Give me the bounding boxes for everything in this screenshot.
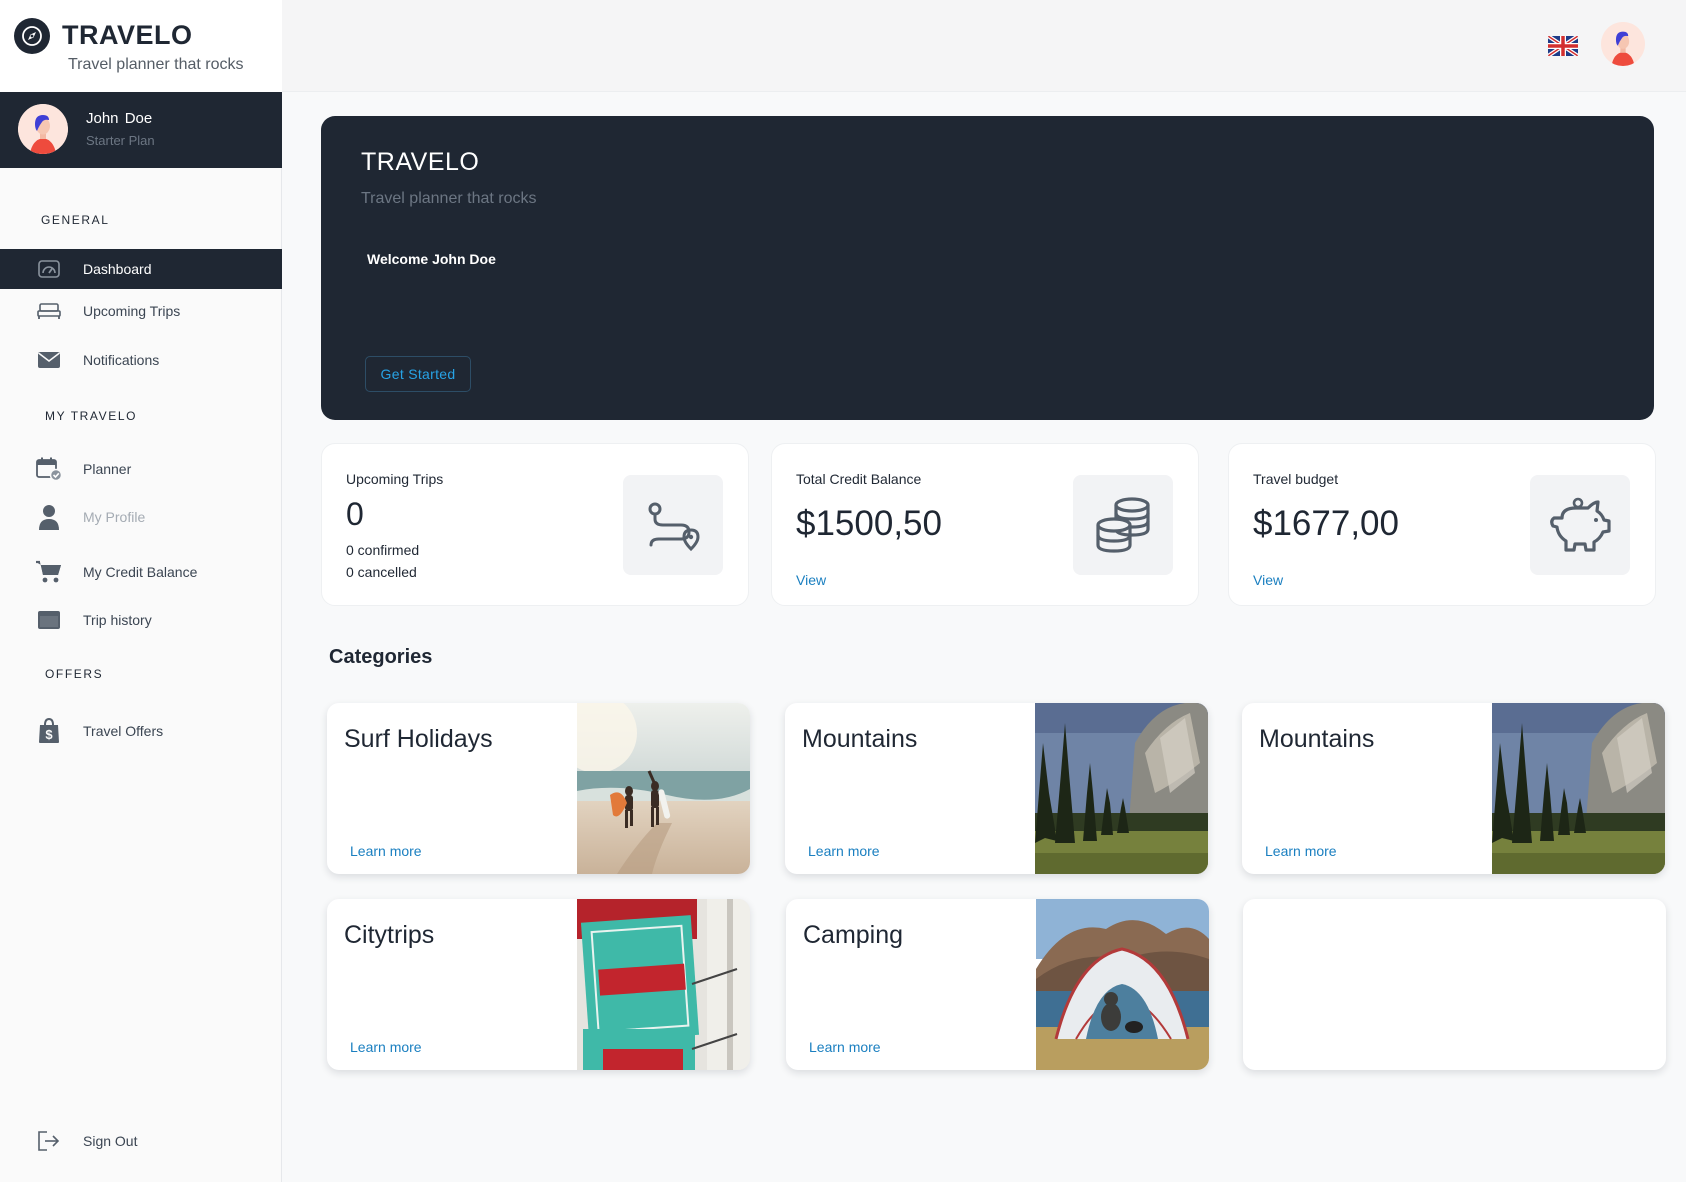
user-card[interactable]: John Doe Starter Plan xyxy=(0,92,282,168)
stat-title: Upcoming Trips xyxy=(346,471,444,487)
sign-out-icon xyxy=(36,1129,62,1153)
category-title: Camping xyxy=(803,921,904,949)
sidebar: TRAVELO Travel planner that rocks John D… xyxy=(0,0,282,1182)
hero-subtitle: Travel planner that rocks xyxy=(361,190,537,207)
stat-title: Travel budget xyxy=(1253,471,1339,487)
sidebar-item-label: Notifications xyxy=(83,352,160,368)
sidebar-item-label: My Credit Balance xyxy=(83,564,198,580)
section-label-my-travelo: MY TRAVELO xyxy=(45,409,138,423)
cart-icon xyxy=(36,560,62,584)
sidebar-item-upcoming-trips[interactable]: Upcoming Trips xyxy=(0,291,282,331)
sidebar-item-my-credit-balance[interactable]: My Credit Balance xyxy=(0,552,282,592)
sidebar-item-sign-out[interactable]: Sign Out xyxy=(0,1121,282,1161)
calendar-check-icon xyxy=(36,457,62,481)
topbar xyxy=(282,0,1686,92)
learn-more-link[interactable]: Learn more xyxy=(1265,843,1337,859)
sidebar-item-label: Sign Out xyxy=(83,1133,138,1149)
sidebar-item-label: Upcoming Trips xyxy=(83,303,181,319)
sidebar-item-planner[interactable]: Planner xyxy=(0,449,282,489)
category-card-camping[interactable]: Camping Learn more xyxy=(786,899,1209,1070)
svg-text:$: $ xyxy=(45,727,53,742)
mountain-valley-photo xyxy=(1492,703,1665,874)
categories-heading: Categories xyxy=(329,646,433,668)
mountain-valley-photo xyxy=(1035,703,1208,874)
beach-surfers-photo xyxy=(577,703,750,874)
bed-icon xyxy=(36,299,62,323)
compass-icon[interactable] xyxy=(14,18,50,54)
user-plan: Starter Plan xyxy=(86,133,155,148)
camping-tent-photo xyxy=(1036,899,1209,1070)
section-label-general: GENERAL xyxy=(41,213,110,227)
category-card-mountains[interactable]: Mountains Learn more xyxy=(1242,703,1665,874)
total-credit-balance-card: Total Credit Balance $1500,50 View xyxy=(771,443,1199,606)
sidebar-item-label: Planner xyxy=(83,461,132,477)
sidebar-item-travel-offers[interactable]: $ Travel Offers xyxy=(0,711,282,751)
section-label-offers: OFFERS xyxy=(45,667,104,681)
stat-value: $1677,00 xyxy=(1253,504,1399,543)
sidebar-item-label: My Profile xyxy=(83,509,146,525)
brand-tagline: Travel planner that rocks xyxy=(68,56,244,73)
learn-more-link[interactable]: Learn more xyxy=(350,1039,422,1055)
category-title: Surf Holidays xyxy=(344,725,493,753)
get-started-button[interactable]: Get Started xyxy=(365,356,471,392)
sidebar-item-trip-history[interactable]: Trip history xyxy=(0,600,282,640)
brand-header: TRAVELO Travel planner that rocks xyxy=(0,0,282,92)
stat-value: $1500,50 xyxy=(796,504,942,543)
user-name: John Doe xyxy=(86,110,153,127)
category-card-surf-holidays[interactable]: Surf Holidays Learn more xyxy=(327,703,750,874)
sidebar-item-label: Dashboard xyxy=(83,261,152,277)
category-card-mountains[interactable]: Mountains Learn more xyxy=(785,703,1208,874)
welcome-message: Welcome John Doe xyxy=(367,251,496,267)
user-icon xyxy=(36,505,62,530)
cancelled-count: 0 cancelled xyxy=(346,564,417,580)
hero-title: TRAVELO xyxy=(361,148,480,176)
upcoming-trips-card: Upcoming Trips 0 0 confirmed 0 cancelled xyxy=(321,443,749,606)
welcome-hero: TRAVELO Travel planner that rocks Welcom… xyxy=(321,116,1654,420)
learn-more-link[interactable]: Learn more xyxy=(808,843,880,859)
coins-icon xyxy=(1073,475,1173,575)
brand-name[interactable]: TRAVELO xyxy=(62,20,193,51)
envelope-icon xyxy=(36,348,62,372)
sidebar-item-my-profile[interactable]: My Profile xyxy=(0,497,282,537)
avatar[interactable] xyxy=(18,104,68,154)
category-title: Citytrips xyxy=(344,921,435,949)
user-avatar-icon[interactable] xyxy=(1601,22,1645,66)
category-card-empty xyxy=(1243,899,1666,1070)
sidebar-item-label: Trip history xyxy=(83,612,152,628)
sidebar-item-notifications[interactable]: Notifications xyxy=(0,340,282,380)
sidebar-item-dashboard[interactable]: Dashboard xyxy=(0,249,282,289)
confirmed-count: 0 confirmed xyxy=(346,542,420,558)
category-card-citytrips[interactable]: Citytrips Learn more xyxy=(327,899,750,1070)
travel-budget-card: Travel budget $1677,00 View xyxy=(1228,443,1656,606)
route-icon xyxy=(623,475,723,575)
stat-title: Total Credit Balance xyxy=(796,471,922,487)
view-credit-link[interactable]: View xyxy=(796,572,826,588)
uk-flag-icon[interactable] xyxy=(1548,36,1578,56)
category-title: Mountains xyxy=(802,725,918,753)
learn-more-link[interactable]: Learn more xyxy=(350,843,422,859)
gauge-icon xyxy=(36,257,62,281)
learn-more-link[interactable]: Learn more xyxy=(809,1039,881,1055)
view-budget-link[interactable]: View xyxy=(1253,572,1283,588)
sidebar-item-label: Travel Offers xyxy=(83,723,164,739)
berlin-postcards-photo xyxy=(577,899,750,1070)
shopping-bag-dollar-icon: $ xyxy=(36,718,62,743)
piggy-bank-icon xyxy=(1530,475,1630,575)
stat-value: 0 xyxy=(346,496,364,532)
category-title: Mountains xyxy=(1259,725,1375,753)
window-icon xyxy=(36,608,62,632)
